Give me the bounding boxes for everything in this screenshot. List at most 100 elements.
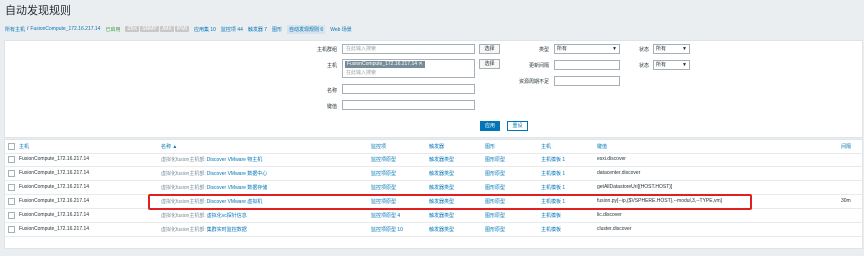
badge-zbx: ZBX [125,26,140,32]
col-key[interactable]: 键值 [597,143,607,150]
host-group-select-button[interactable]: 选择 [479,44,500,54]
row-graphs-link[interactable]: 图形原型 [485,212,505,219]
nav-discovery-rules[interactable]: 自动发现规则 6 [287,24,326,34]
state-select[interactable]: 所有 ▼ [653,44,690,54]
remove-tag-icon[interactable]: ✕ [418,61,422,67]
row-graphs-link[interactable]: 图形原型 [485,226,505,233]
breadcrumb-all-hosts[interactable]: 所有主机 [5,26,25,33]
key-label: 键值 [326,104,337,110]
row-name-label[interactable]: 虚拟化vc探针信息 [207,213,247,219]
col-items: 监控项 [371,144,387,150]
col-interval[interactable]: 间隔 [841,143,851,150]
row-name-prefix[interactable]: 虚拟化fusion主机部: [161,157,206,163]
apply-button[interactable]: 应用 [480,121,500,131]
row-items-link[interactable]: 监控项原型 10 [371,226,403,233]
table-row: FusionCompute_172.16.217.14 虚拟化fusion主机部:… [5,181,862,195]
row-triggers-link[interactable]: 触发器类型 [429,156,454,163]
page-title: 自动发现规则 [5,5,71,17]
breadcrumb-separator: / [27,26,29,32]
row-checkbox[interactable] [8,184,15,191]
host-status-enabled: 已启用 [105,26,121,33]
row-name[interactable]: 虚拟化fusion主机部:虚拟化vc探针信息 [161,212,247,219]
nav-triggers[interactable]: 触发器 7 [248,26,267,33]
host-select-button[interactable]: 选择 [479,59,500,69]
row-graphs-link[interactable]: 图形原型 [485,170,505,177]
row-key: getAllDatastoreUri[{HOST.HOST}] [597,184,673,190]
status-select-value: 所有 [656,62,667,68]
table-row: FusionCompute_172.16.217.14 虚拟化fusion主机部:… [5,153,862,167]
row-key: datacenter.discover [597,170,641,176]
row-triggers-link[interactable]: 触发器类型 [429,212,454,219]
row-hosts-link[interactable]: 主机模板 1 [541,184,565,191]
state-label: 状态 [638,47,649,53]
row-key: lic.discover [597,212,622,218]
row-name[interactable]: 虚拟化fusion主机部:Discover VMware 物主机 [161,156,262,163]
row-triggers-link[interactable]: 触发器类型 [429,226,454,233]
table-row: FusionCompute_172.16.217.14 虚拟化fusion主机部:… [5,209,862,223]
row-checkbox[interactable] [8,170,15,177]
row-items-link[interactable]: 监控项原型 [371,156,396,163]
status-select[interactable]: 所有 ▼ [653,60,690,70]
row-name-label[interactable]: Discover VMware 物主机 [207,157,263,163]
row-graphs-link[interactable]: 图形原型 [485,184,505,191]
row-items-link[interactable]: 监控项原型 [371,184,396,191]
chevron-down-icon: ▼ [682,46,687,52]
col-graphs: 图形 [485,144,496,150]
filter-panel: 主机群组 在此输入搜索 选择 主机 FusionCompute_172.16.2… [4,40,863,138]
col-name[interactable]: 名称 ▲ [161,143,177,150]
update-interval-label: 更新间隔 [528,63,549,69]
update-interval-input[interactable] [554,60,620,70]
row-name-label[interactable]: 集群实时监控数据 [207,227,247,233]
host-multiselect[interactable]: FusionCompute_172.16.217.14 ✕ 在此输入搜索 [342,59,475,78]
col-host[interactable]: 主机 [19,143,29,150]
row-items-link[interactable]: 监控项原型 [371,170,396,177]
key-input[interactable] [342,100,475,110]
row-graphs-link[interactable]: 图形原型 [485,156,505,163]
nav-web-scenarios[interactable]: Web 场景 [330,26,352,33]
row-items-link[interactable]: 监控项原型 4 [371,212,400,219]
row-name[interactable]: 虚拟化fusion主机部:Discover VMware 数据存储 [161,184,267,191]
row-hosts-link[interactable]: 主机模板 1 [541,156,565,163]
row-key: cluster.discover [597,226,632,232]
type-select[interactable]: 所有 ▼ [554,44,620,54]
state-select-value: 所有 [656,46,667,52]
availability-badges: ZBX SNMP JMX IPMI [124,26,189,32]
row-checkbox[interactable] [8,198,15,205]
row-checkbox[interactable] [8,226,15,233]
row-name-label[interactable]: Discover VMware 数据存储 [207,185,268,191]
select-all-checkbox[interactable] [8,143,15,150]
table-row: FusionCompute_172.16.217.14 虚拟化fusion主机部:… [5,167,862,181]
name-label: 名称 [326,88,337,94]
row-name-prefix[interactable]: 虚拟化fusion主机部: [161,227,206,233]
badge-snmp: SNMP [140,26,159,32]
reset-button[interactable]: 重设 [507,121,528,131]
row-name[interactable]: 虚拟化fusion主机部:集群实时监控数据 [161,226,247,233]
name-input[interactable] [342,84,475,94]
col-triggers: 触发器 [429,144,445,150]
row-checkbox[interactable] [8,156,15,163]
host-group-input[interactable]: 在此输入搜索 [342,44,475,54]
row-name-prefix[interactable]: 虚拟化fusion主机部: [161,213,206,219]
row-name-prefix[interactable]: 虚拟化fusion主机部: [161,171,206,177]
row-checkbox[interactable] [8,212,15,219]
row-host: FusionCompute_172.16.217.14 [19,170,90,176]
host-tag-label: FusionCompute_172.16.217.14 [347,61,418,67]
row-name-label[interactable]: Discover VMware 数据中心 [207,171,268,177]
row-hosts-link[interactable]: 主机模板 [541,212,561,219]
row-name[interactable]: 虚拟化fusion主机部:Discover VMware 数据中心 [161,170,267,177]
row-hosts-link[interactable]: 主机模板 1 [541,170,565,177]
breadcrumb-host[interactable]: FusionCompute_172.16.217.14 [30,26,100,32]
row-triggers-link[interactable]: 触发器类型 [429,184,454,191]
badge-jmx: JMX [159,26,174,32]
type-select-value: 所有 [557,46,568,52]
row-name-prefix[interactable]: 虚拟化fusion主机部: [161,185,206,191]
row-hosts-link[interactable]: 主机模板 [541,226,561,233]
keep-lost-input[interactable] [554,76,620,86]
nav-applications[interactable]: 应用集 10 [194,26,216,33]
status-label: 状态 [638,63,649,69]
nav-graphs[interactable]: 图形 [272,26,282,33]
nav-items[interactable]: 监控项 44 [221,26,243,33]
row-triggers-link[interactable]: 触发器类型 [429,170,454,177]
row-host: FusionCompute_172.16.217.14 [19,212,90,218]
table-row: FusionCompute_172.16.217.14 虚拟化fusion主机部:… [5,223,862,237]
